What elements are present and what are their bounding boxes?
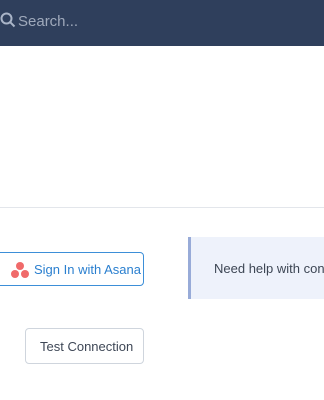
search-icon [0,12,16,28]
search-input[interactable] [18,8,148,34]
help-panel: Need help with conn [188,237,324,299]
sign-in-with-asana-button[interactable]: Sign In with Asana [0,252,144,286]
top-bar [0,0,324,46]
help-text: Need help with conn [214,261,324,276]
sign-in-button-label: Sign In with Asana [34,262,141,277]
test-connection-button[interactable]: Test Connection [25,328,144,364]
test-connection-label: Test Connection [40,339,134,354]
search-bar[interactable] [0,8,150,34]
asana-logo-icon [10,261,30,279]
section-divider [0,207,324,208]
